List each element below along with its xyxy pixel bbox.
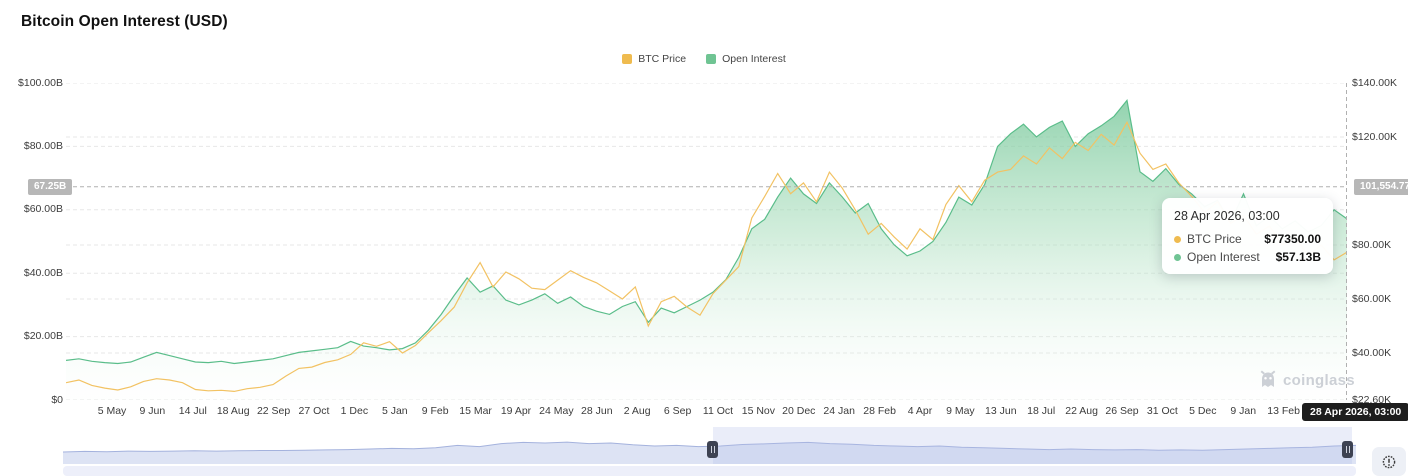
tooltip-row-label: Open Interest bbox=[1187, 250, 1260, 264]
x-axis-tick-label: 22 Sep bbox=[257, 405, 290, 418]
x-axis-tick-label: 9 May bbox=[946, 405, 975, 418]
watermark-text: coinglass bbox=[1283, 372, 1355, 389]
tooltip-row-value: $77350.00 bbox=[1264, 232, 1321, 246]
x-axis-tick-label: 24 Jan bbox=[823, 405, 855, 418]
navigator-selected-range[interactable] bbox=[713, 427, 1352, 464]
x-axis-tick-label: 26 Sep bbox=[1105, 405, 1138, 418]
refresh-timer-button[interactable] bbox=[1372, 447, 1406, 476]
open-interest-dot bbox=[1174, 254, 1181, 261]
x-axis-tick-label: 15 Mar bbox=[459, 405, 492, 418]
x-axis-tick-label: 13 Feb bbox=[1267, 405, 1300, 418]
x-axis-tick-label: 4 Apr bbox=[908, 405, 933, 418]
navigator-handle-left[interactable] bbox=[707, 441, 718, 458]
tooltip: 28 Apr 2026, 03:00 BTC Price $77350.00 O… bbox=[1162, 198, 1333, 274]
tooltip-row-label: BTC Price bbox=[1187, 232, 1242, 246]
chart-panel: { "header": { "title": "Bitcoin Open Int… bbox=[0, 0, 1408, 476]
x-axis-tick-label: 28 Feb bbox=[863, 405, 896, 418]
right-axis-crosshair-badge: 101,554.77 bbox=[1354, 179, 1408, 195]
x-axis-tick-label: 5 Dec bbox=[1189, 405, 1216, 418]
x-axis-tick-label: 24 May bbox=[539, 405, 573, 418]
x-axis-tick-label: 1 Dec bbox=[341, 405, 368, 418]
handle-grip-icon bbox=[711, 446, 715, 453]
tooltip-row-value: $57.13B bbox=[1276, 250, 1321, 264]
x-axis-tick-label: 6 Sep bbox=[664, 405, 691, 418]
main-chart[interactable] bbox=[66, 83, 1347, 400]
x-axis-tick-label: 13 Jun bbox=[985, 405, 1017, 418]
x-axis-tick-label: 11 Oct bbox=[703, 405, 733, 418]
x-axis-crosshair-badge: 28 Apr 2026, 03:00 bbox=[1302, 403, 1408, 421]
x-axis-tick-label: 31 Oct bbox=[1147, 405, 1178, 418]
x-axis-tick-label: 5 May bbox=[98, 405, 127, 418]
watermark: coinglass bbox=[1258, 370, 1355, 390]
open-interest-area bbox=[66, 100, 1347, 400]
x-axis-tick-label: 18 Aug bbox=[217, 405, 250, 418]
x-axis-tick-label: 27 Oct bbox=[299, 405, 330, 418]
x-axis-tick-label: 9 Jan bbox=[1230, 405, 1256, 418]
x-axis-tick-label: 28 Jun bbox=[581, 405, 613, 418]
x-axis-tick-label: 5 Jan bbox=[382, 405, 408, 418]
x-axis-tick-label: 9 Feb bbox=[422, 405, 449, 418]
x-axis-tick-label: 9 Jun bbox=[140, 405, 166, 418]
coinglass-logo-icon bbox=[1258, 370, 1278, 390]
navigator-scroll-track[interactable] bbox=[63, 466, 1356, 476]
tooltip-date: 28 Apr 2026, 03:00 bbox=[1174, 209, 1321, 223]
left-axis-crosshair-badge: 67.25B bbox=[28, 179, 72, 195]
x-axis-tick-label: 20 Dec bbox=[782, 405, 815, 418]
navigator-handle-right[interactable] bbox=[1342, 441, 1353, 458]
x-axis-tick-label: 22 Aug bbox=[1065, 405, 1098, 418]
btc-price-dot bbox=[1174, 236, 1181, 243]
x-axis-tick-label: 14 Jul bbox=[179, 405, 207, 418]
x-axis-tick-label: 2 Aug bbox=[624, 405, 651, 418]
x-axis-tick-label: 18 Jul bbox=[1027, 405, 1055, 418]
tooltip-row-btc-price: BTC Price $77350.00 bbox=[1174, 232, 1321, 246]
x-axis-tick-label: 15 Nov bbox=[742, 405, 775, 418]
tooltip-row-open-interest: Open Interest $57.13B bbox=[1174, 250, 1321, 264]
timer-alert-icon bbox=[1381, 454, 1397, 470]
handle-grip-icon bbox=[1346, 446, 1350, 453]
x-axis-tick-label: 19 Apr bbox=[501, 405, 531, 418]
